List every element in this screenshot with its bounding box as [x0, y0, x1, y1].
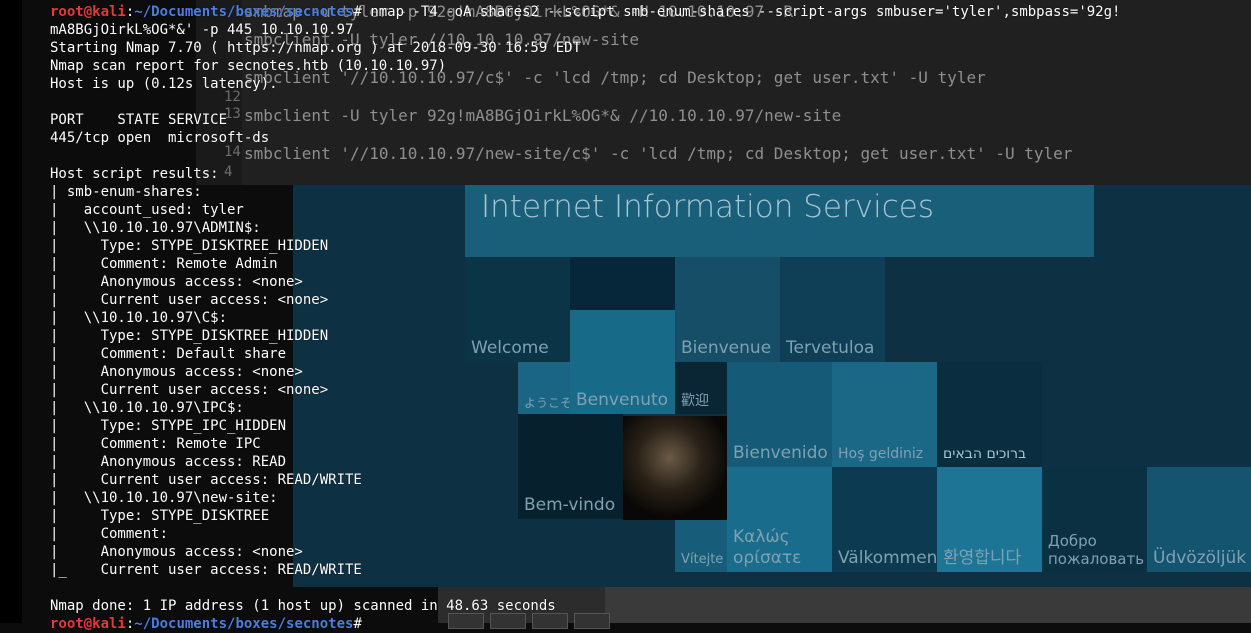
- terminal-output-line: PORT STATE SERVICE: [50, 112, 228, 128]
- terminal-command-line: root@kali:~/Documents/boxes/secnotes# nm…: [50, 3, 1120, 21]
- terminal-output-line: | Type: STYPE_DISKTREE_HIDDEN: [50, 238, 329, 254]
- terminal-output-line: [50, 579, 1120, 597]
- terminal-output[interactable]: root@kali:~/Documents/boxes/secnotes# nm…: [50, 3, 1120, 633]
- terminal-output-line: Nmap scan report for secnotes.htb (10.10…: [50, 58, 447, 74]
- terminal-output-line: Starting Nmap 7.70 ( https://nmap.org ) …: [50, 40, 582, 56]
- prompt-user: root@kali: [50, 4, 126, 20]
- terminal-output-line: |_ Current user access: READ/WRITE: [50, 562, 362, 578]
- prompt-symbol: #: [353, 616, 371, 632]
- terminal-output-line: mA8BGjOirkL%OG*&' -p 445 10.10.10.97: [50, 22, 354, 38]
- terminal-output-line: | Anonymous access: <none>: [50, 364, 303, 380]
- prompt-user: root@kali: [50, 616, 126, 632]
- terminal-output-line: | Current user access: READ/WRITE: [50, 472, 362, 488]
- terminal-output-line: Host is up (0.12s latency).: [50, 76, 278, 92]
- tile-udvozoljuk: Üdvözöljük: [1147, 467, 1251, 572]
- terminal-output-line: [50, 147, 1120, 165]
- prompt-path: ~/Documents/boxes/secnotes: [134, 4, 354, 20]
- terminal-output-line: Nmap done: 1 IP address (1 host up) scan…: [50, 598, 556, 614]
- terminal-output-line: | \\10.10.10.97\ADMIN$:: [50, 220, 261, 236]
- terminal-output-line: [50, 93, 1120, 111]
- terminal-output-line: | Anonymous access: <none>: [50, 544, 303, 560]
- terminal-output-line: | \\10.10.10.97\new-site:: [50, 490, 278, 506]
- terminal-output-line: 445/tcp open microsoft-ds: [50, 130, 270, 146]
- terminal-output-line: | account_used: tyler: [50, 202, 244, 218]
- terminal-output-line: | Comment: Default share: [50, 346, 287, 362]
- terminal-output-line: | Type: STYPE_DISKTREE: [50, 508, 270, 524]
- terminal-output-line: | Comment: Remote Admin: [50, 256, 278, 272]
- terminal-output-line: | Current user access: <none>: [50, 382, 329, 398]
- terminal-output-line: | Anonymous access: READ: [50, 454, 287, 470]
- prompt-path: ~/Documents/boxes/secnotes: [134, 616, 354, 632]
- terminal-output-line: | \\10.10.10.97\IPC$:: [50, 400, 244, 416]
- terminal-output-line: | Comment:: [50, 526, 169, 542]
- left-edge-panel: [0, 0, 22, 623]
- terminal-output-line: | Comment: Remote IPC: [50, 436, 261, 452]
- terminal-output-line: | \\10.10.10.97\C$:: [50, 310, 228, 326]
- terminal-output-line: | Anonymous access: <none>: [50, 274, 303, 290]
- terminal-output-line: | Type: STYPE_IPC_HIDDEN: [50, 418, 287, 434]
- terminal-output-line: | Type: STYPE_DISKTREE_HIDDEN: [50, 328, 329, 344]
- terminal-output-line: Host script results:: [50, 166, 219, 182]
- prompt-symbol: #: [353, 4, 371, 20]
- terminal-command: nmap -T4 -oA shares2 --script smb-enum-s…: [370, 4, 1121, 20]
- terminal-output-line: | smb-enum-shares:: [50, 184, 202, 200]
- terminal-prompt-line: root@kali:~/Documents/boxes/secnotes#: [50, 615, 1120, 633]
- terminal-output-line: | Current user access: <none>: [50, 292, 329, 308]
